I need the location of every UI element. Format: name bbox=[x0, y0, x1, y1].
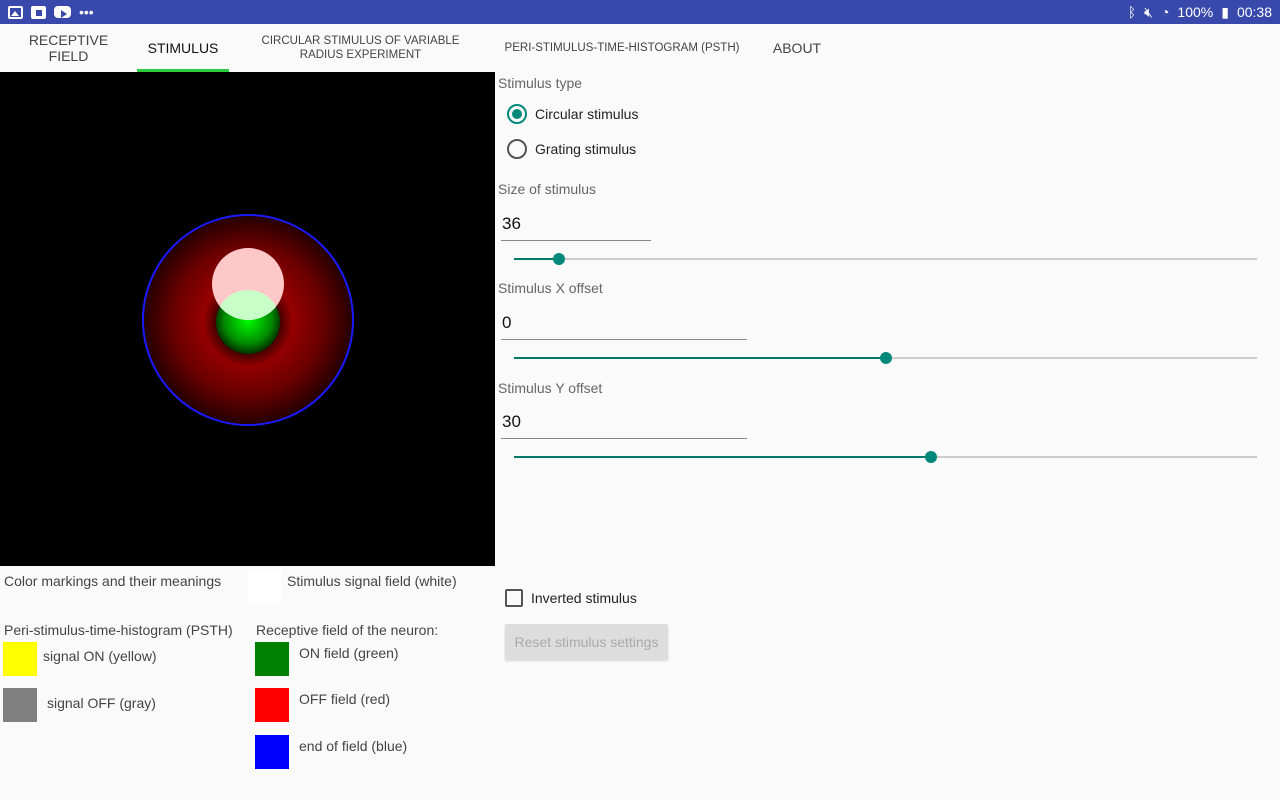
on-field-swatch bbox=[255, 642, 289, 676]
radio-button-unchecked[interactable] bbox=[507, 139, 527, 159]
slider-fill bbox=[514, 258, 559, 260]
stimulus-field-swatch bbox=[248, 569, 282, 603]
reset-stimulus-button[interactable]: Reset stimulus settings bbox=[505, 624, 668, 660]
slider-fill bbox=[514, 357, 886, 359]
signal-on-swatch bbox=[3, 642, 37, 676]
stimulus-type-label: Stimulus type bbox=[498, 75, 583, 91]
battery-level: 100% bbox=[1177, 4, 1214, 20]
checkbox-box[interactable] bbox=[505, 589, 523, 607]
rf-legend-title: Receptive field of the neuron: bbox=[256, 622, 439, 638]
x-offset-slider[interactable] bbox=[514, 351, 1257, 365]
slider-thumb[interactable] bbox=[552, 253, 565, 265]
wifi-icon: ◔ bbox=[1160, 4, 1170, 20]
tab-circular-stimulus-experiment[interactable]: CIRCULAR STIMULUS OF VARIABLE RADIUS EXP… bbox=[229, 24, 492, 72]
off-field-label: OFF field (red) bbox=[299, 691, 391, 707]
status-bar-right: ᛒ 🔇︎ ◔ 100% ▮ 00:38 bbox=[1128, 4, 1272, 20]
tab-psth[interactable]: PERI-STIMULUS-TIME-HISTOGRAM (PSTH) bbox=[492, 24, 752, 72]
y-offset-slider[interactable] bbox=[514, 450, 1257, 464]
tab-stimulus[interactable]: STIMULUS bbox=[137, 24, 229, 72]
radio-grating-label: Grating stimulus bbox=[535, 141, 637, 157]
inverted-stimulus-label: Inverted stimulus bbox=[531, 590, 637, 606]
tab-bar: RECEPTIVE FIELD STIMULUS CIRCULAR STIMUL… bbox=[0, 24, 1280, 72]
slider-thumb[interactable] bbox=[879, 352, 892, 364]
flipboard-icon bbox=[31, 5, 46, 19]
signal-off-swatch bbox=[3, 688, 37, 722]
radio-button-checked[interactable] bbox=[507, 104, 527, 124]
tab-receptive-field[interactable]: RECEPTIVE FIELD bbox=[0, 24, 137, 72]
status-bar-left: ••• bbox=[8, 5, 94, 19]
status-bar: ••• ᛒ 🔇︎ ◔ 100% ▮ 00:38 bbox=[0, 0, 1280, 24]
size-slider[interactable] bbox=[514, 252, 1257, 266]
x-offset-input[interactable]: 0 bbox=[501, 309, 747, 340]
slider-thumb[interactable] bbox=[924, 451, 937, 463]
more-icon: ••• bbox=[79, 4, 94, 20]
psth-legend-title: Peri-stimulus-time-histogram (PSTH) bbox=[4, 622, 233, 638]
radio-circular-label: Circular stimulus bbox=[535, 106, 639, 122]
radio-circular-stimulus[interactable]: Circular stimulus bbox=[507, 104, 638, 124]
signal-on-label: signal ON (yellow) bbox=[43, 648, 157, 664]
legend-title: Color markings and their meanings bbox=[4, 573, 222, 589]
y-offset-label: Stimulus Y offset bbox=[498, 380, 603, 396]
x-offset-label: Stimulus X offset bbox=[498, 280, 603, 296]
battery-icon: ▮ bbox=[1221, 4, 1229, 20]
size-input[interactable]: 36 bbox=[501, 210, 651, 241]
mute-icon: 🔇︎ bbox=[1144, 4, 1153, 20]
end-field-label: end of field (blue) bbox=[299, 738, 408, 754]
stimulus-canvas[interactable] bbox=[0, 72, 495, 566]
stimulus-field-label: Stimulus signal field (white) bbox=[287, 573, 457, 589]
size-label: Size of stimulus bbox=[498, 181, 597, 197]
bluetooth-icon: ᛒ bbox=[1127, 4, 1137, 20]
signal-off-label: signal OFF (gray) bbox=[47, 695, 156, 711]
gallery-icon bbox=[8, 5, 23, 19]
inverted-stimulus-checkbox[interactable]: Inverted stimulus bbox=[505, 589, 637, 607]
tab-about[interactable]: ABOUT bbox=[752, 24, 842, 72]
off-field-swatch bbox=[255, 688, 289, 722]
slider-track bbox=[514, 258, 1257, 260]
on-field-label: ON field (green) bbox=[299, 645, 399, 661]
end-field-swatch bbox=[255, 735, 289, 769]
slider-fill bbox=[514, 456, 931, 458]
youtube-icon bbox=[54, 6, 71, 18]
clock: 00:38 bbox=[1236, 4, 1272, 20]
radio-grating-stimulus[interactable]: Grating stimulus bbox=[507, 139, 636, 159]
y-offset-input[interactable]: 30 bbox=[501, 408, 747, 439]
